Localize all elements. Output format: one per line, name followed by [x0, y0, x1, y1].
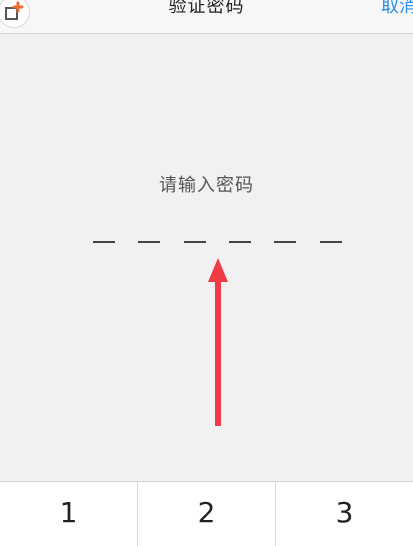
key-1[interactable]: 1	[0, 482, 138, 546]
navigation-bar: 验证密码 取消	[0, 0, 413, 34]
cancel-button[interactable]: 取消	[381, 0, 413, 18]
password-slot-3	[184, 241, 206, 243]
number-keypad: 1 2 3	[0, 481, 413, 546]
key-3[interactable]: 3	[276, 482, 413, 546]
password-slot-5	[274, 241, 296, 243]
password-slot-2	[138, 241, 160, 243]
password-slot-6	[320, 241, 342, 243]
password-slot-4	[229, 241, 251, 243]
key-2[interactable]: 2	[138, 482, 276, 546]
verify-password-screen: 验证密码 取消 请输入密码 1 2 3	[0, 0, 413, 546]
page-title: 验证密码	[168, 0, 245, 17]
annotation-arrow-icon	[208, 258, 228, 426]
password-input-slots[interactable]	[93, 235, 343, 251]
password-prompt: 请输入密码	[159, 175, 254, 196]
password-slot-1	[93, 241, 115, 243]
